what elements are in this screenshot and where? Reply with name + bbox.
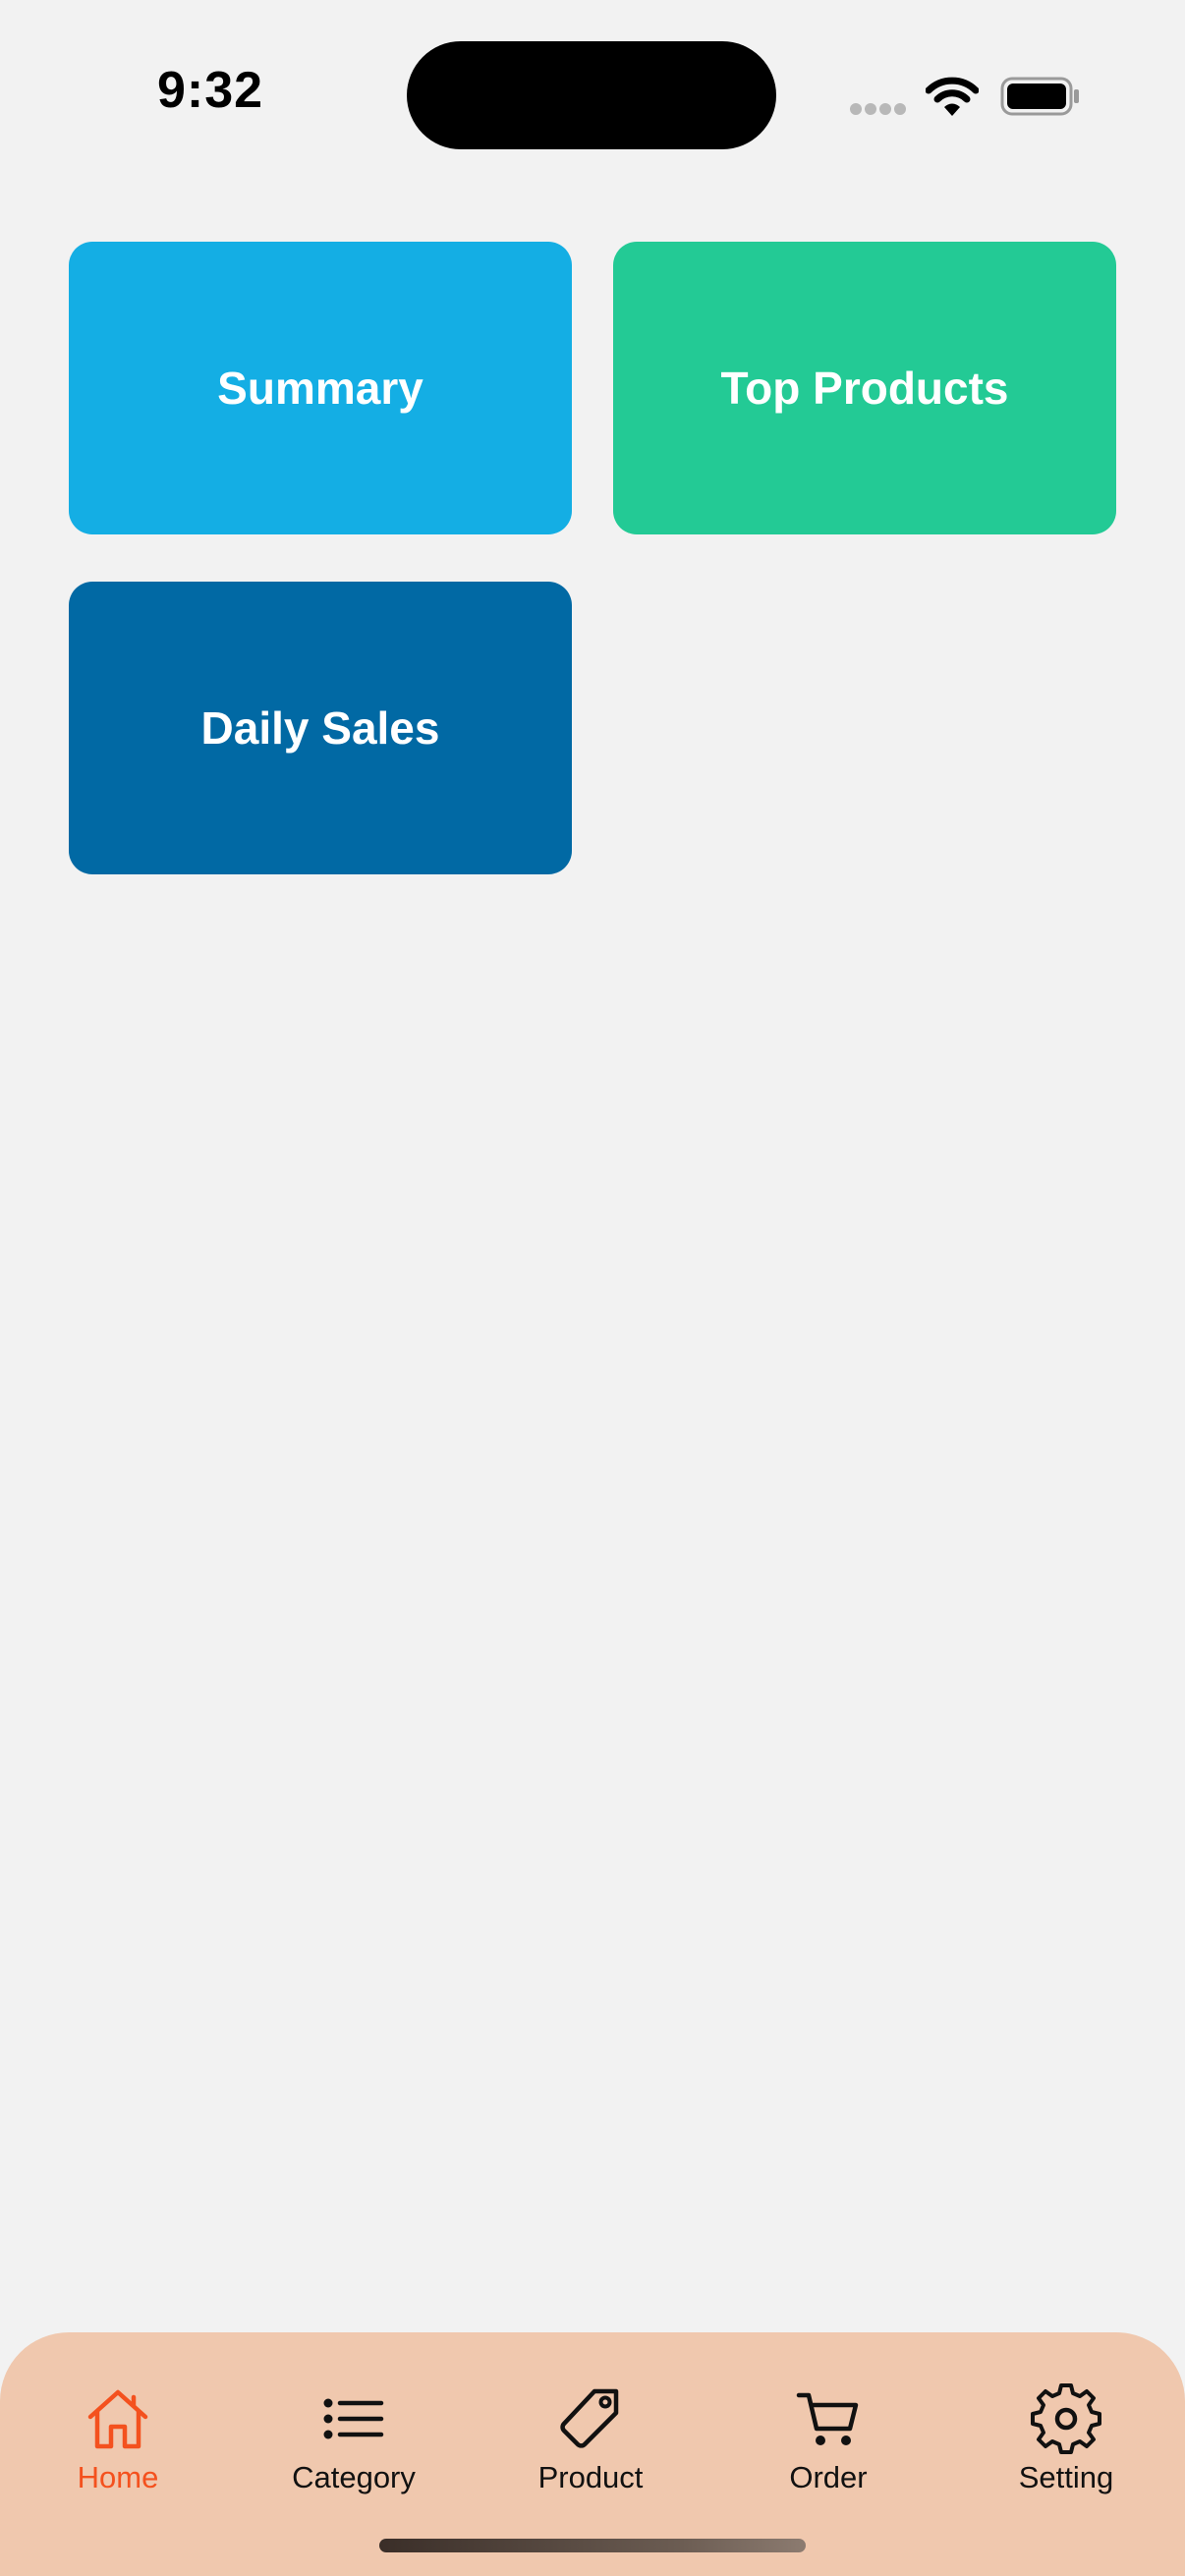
cart-icon xyxy=(796,2392,859,2445)
nav-item-order[interactable]: Order xyxy=(730,2383,927,2511)
nav-label-order: Order xyxy=(789,2460,868,2494)
battery-icon xyxy=(1000,77,1079,116)
summary-tile[interactable]: Summary xyxy=(69,242,572,534)
list-icon xyxy=(323,2398,384,2439)
nav-label-setting: Setting xyxy=(1018,2460,1114,2494)
home-indicator[interactable] xyxy=(379,2539,806,2552)
tag-icon xyxy=(560,2388,619,2448)
top-products-tile-label: Top Products xyxy=(720,363,1009,414)
nav-item-setting[interactable]: Setting xyxy=(968,2383,1164,2511)
nav-item-category[interactable]: Category xyxy=(255,2383,452,2511)
home-icon xyxy=(87,2389,148,2449)
top-products-tile[interactable]: Top Products xyxy=(613,242,1116,534)
dynamic-island xyxy=(407,41,776,149)
nav-label-home: Home xyxy=(77,2460,159,2494)
status-time: 9:32 xyxy=(157,62,264,119)
cellular-signal-icon xyxy=(850,103,906,115)
wifi-icon xyxy=(926,77,979,116)
daily-sales-tile-label: Daily Sales xyxy=(200,702,440,754)
nav-label-category: Category xyxy=(292,2460,416,2494)
nav-item-home[interactable]: Home xyxy=(20,2383,216,2511)
gear-icon xyxy=(1031,2383,1101,2454)
daily-sales-tile[interactable]: Daily Sales xyxy=(69,582,572,874)
nav-label-product: Product xyxy=(537,2460,644,2494)
summary-tile-label: Summary xyxy=(217,363,423,414)
nav-item-product[interactable]: Product xyxy=(492,2383,689,2511)
